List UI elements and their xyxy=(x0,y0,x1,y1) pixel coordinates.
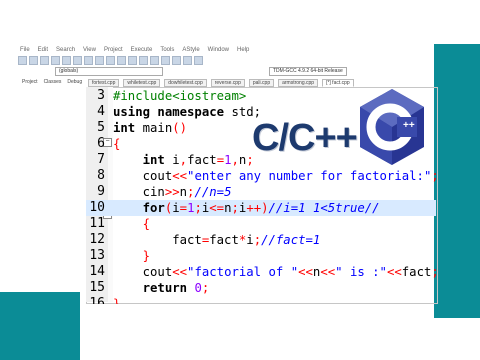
line-code: int main() xyxy=(113,121,188,135)
line-code: fact=fact*i;//fact=1 xyxy=(113,233,321,247)
code-line[interactable]: 15 return 0; xyxy=(86,280,436,296)
tab-debug[interactable]: Debug xyxy=(67,79,82,87)
cpp-overlay-title: C/C++ xyxy=(252,117,358,159)
menu-bar: File Edit Search View Project Execute To… xyxy=(20,47,420,55)
menu-file[interactable]: File xyxy=(20,47,30,55)
line-number: 13 xyxy=(89,248,105,263)
code-line[interactable]: 12 fact=fact*i;//fact=1 xyxy=(86,232,436,248)
file-tab[interactable]: dowhiletest.cpp xyxy=(164,79,207,87)
line-number: 10 xyxy=(89,200,105,215)
compile-run-icon[interactable] xyxy=(150,56,159,65)
line-code: } xyxy=(142,249,151,263)
line-number: 15 xyxy=(89,280,105,295)
debug-icon[interactable] xyxy=(172,56,181,65)
tab-classes[interactable]: Classes xyxy=(44,79,62,87)
file-tab[interactable]: reverse.cpp xyxy=(210,79,245,87)
line-number: 7 xyxy=(97,152,105,167)
line-number: 6 xyxy=(97,136,105,151)
replace-icon[interactable] xyxy=(117,56,126,65)
line-number: 16 xyxy=(89,296,105,304)
print-icon[interactable] xyxy=(73,56,82,65)
menu-window[interactable]: Window xyxy=(208,47,229,55)
main-toolbar xyxy=(18,56,428,65)
line-code: int i,fact=1,n; xyxy=(142,153,254,167)
save-icon[interactable] xyxy=(40,56,49,65)
chart-icon[interactable] xyxy=(194,56,203,65)
code-line[interactable]: 16 } xyxy=(86,296,436,304)
line-code: cout<<"enter any number for factorial:"; xyxy=(113,169,439,183)
line-code: { xyxy=(142,217,151,231)
file-tab[interactable]: armstrong.cpp xyxy=(278,79,319,87)
line-number: 5 xyxy=(97,120,105,135)
close-icon[interactable] xyxy=(62,56,71,65)
line-code: } xyxy=(113,297,121,304)
compile-icon[interactable] xyxy=(128,56,137,65)
logo-plus-text: ++ xyxy=(403,120,415,131)
line-code: for(i=1;i<=n;i++)//i=1 1<5true// xyxy=(142,201,380,215)
decorative-teal-block-left xyxy=(0,292,80,360)
code-line-current[interactable]: 10 for(i=1;i<=n;i++)//i=1 1<5true// xyxy=(86,200,436,216)
menu-tools[interactable]: Tools xyxy=(160,47,174,55)
file-tabs: fortest.cpp whiletest.cpp dowhiletest.cp… xyxy=(88,79,428,87)
undo-icon[interactable] xyxy=(84,56,93,65)
rebuild-icon[interactable] xyxy=(161,56,170,65)
menu-astyle[interactable]: AStyle xyxy=(182,47,199,55)
file-tab[interactable]: whiletest.cpp xyxy=(123,79,161,87)
grid-icon[interactable] xyxy=(183,56,192,65)
code-line[interactable]: 13 } xyxy=(86,248,436,264)
line-code: #include<iostream> xyxy=(113,89,247,103)
file-tab[interactable]: pali.cpp xyxy=(248,79,275,87)
save-all-icon[interactable] xyxy=(51,56,60,65)
run-icon[interactable] xyxy=(139,56,148,65)
decorative-teal-bar-right xyxy=(434,44,480,318)
line-code: cout<<"factorial of "<<n<<" is :"<<fact; xyxy=(113,265,439,279)
code-line[interactable]: 14 cout<<"factorial of "<<n<<" is :"<<fa… xyxy=(86,264,439,280)
line-number: 12 xyxy=(89,232,105,247)
open-file-icon[interactable] xyxy=(29,56,38,65)
line-code: cin>>n;//n=5 xyxy=(113,185,232,199)
find-icon[interactable] xyxy=(106,56,115,65)
line-code: { xyxy=(113,137,121,151)
line-number: 14 xyxy=(89,264,105,279)
new-file-icon[interactable] xyxy=(18,56,27,65)
line-number: 8 xyxy=(97,168,105,183)
file-tab[interactable]: fortest.cpp xyxy=(88,79,120,87)
menu-edit[interactable]: Edit xyxy=(38,47,48,55)
line-number: 9 xyxy=(97,184,105,199)
line-number: 3 xyxy=(97,88,105,103)
tab-project[interactable]: Project xyxy=(22,79,38,87)
menu-execute[interactable]: Execute xyxy=(131,47,153,55)
compiler-select[interactable]: TDM-GCC 4.9.2 64-bit Release xyxy=(269,67,347,76)
code-line[interactable]: 11 { xyxy=(86,216,436,232)
line-number: 4 xyxy=(97,104,105,119)
secondary-toolbar: (globals) TDM-GCC 4.9.2 64-bit Release xyxy=(55,67,435,76)
cpp-logo-icon: ++ xyxy=(360,89,424,165)
line-code: return 0; xyxy=(142,281,210,295)
menu-help[interactable]: Help xyxy=(237,47,249,55)
code-line[interactable]: 9 cin>>n;//n=5 xyxy=(86,184,436,200)
scope-select[interactable]: (globals) xyxy=(55,67,163,76)
line-code: using namespace std; xyxy=(113,105,262,119)
menu-view[interactable]: View xyxy=(83,47,96,55)
code-line[interactable]: 8 cout<<"enter any number for factorial:… xyxy=(86,168,439,184)
file-tab-active[interactable]: [*] fact.cpp xyxy=(322,79,354,87)
menu-search[interactable]: Search xyxy=(56,47,75,55)
redo-icon[interactable] xyxy=(95,56,104,65)
menu-project[interactable]: Project xyxy=(104,47,123,55)
line-number: 11 xyxy=(89,216,105,231)
